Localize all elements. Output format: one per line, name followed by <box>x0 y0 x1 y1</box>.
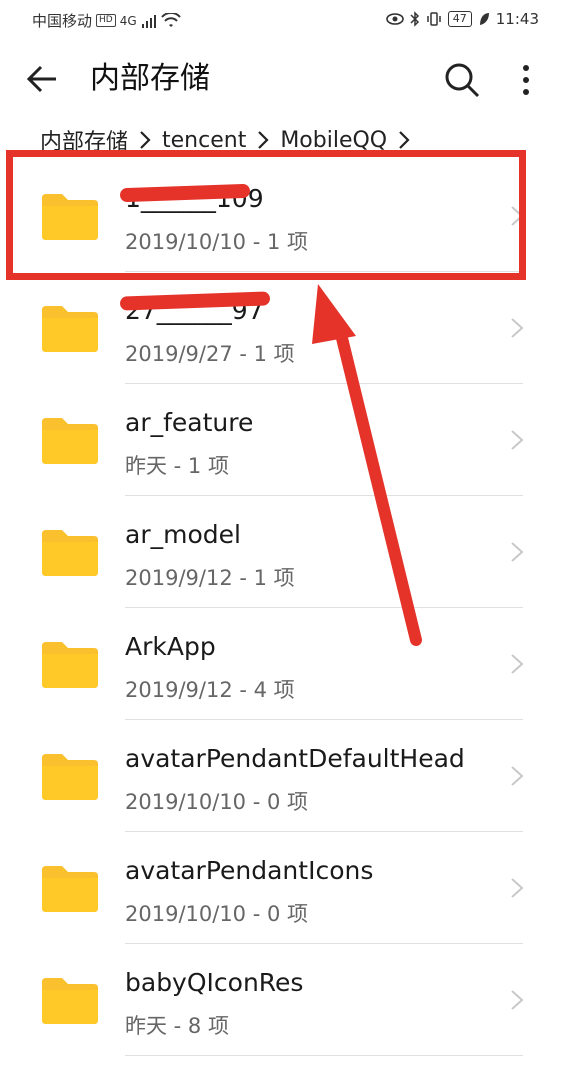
folder-list-item[interactable]: ar_model 2019/9/12 - 1 项 <box>0 496 561 608</box>
more-vertical-icon <box>523 65 529 95</box>
chevron-right-icon <box>511 766 524 786</box>
bluetooth-icon <box>410 11 419 27</box>
folder-meta: 2019/9/12 - 4 项 <box>125 678 295 702</box>
folder-name: avatarPendantDefaultHead <box>125 744 465 773</box>
back-button[interactable] <box>22 58 64 100</box>
folder-name: ar_model <box>125 520 241 549</box>
network-type: 4G <box>119 13 137 28</box>
app-bar: 内部存储 <box>0 44 561 114</box>
status-bar: 中国移动 HD 4G 47 11:43 <box>0 0 561 40</box>
folder-meta: 昨天 - 1 项 <box>125 454 229 478</box>
chevron-right-icon <box>511 542 524 562</box>
chevron-right-icon <box>130 128 160 152</box>
vibrate-icon <box>427 12 441 26</box>
folder-icon <box>42 978 98 1024</box>
divider <box>125 1055 523 1056</box>
folder-meta: 2019/10/10 - 0 项 <box>125 790 309 814</box>
search-button[interactable] <box>440 58 484 102</box>
wifi-icon <box>160 12 181 27</box>
folder-icon <box>42 418 98 464</box>
folder-list-item[interactable]: avatarPendantIcons 2019/10/10 - 0 项 <box>0 832 561 944</box>
folder-icon <box>42 866 98 912</box>
breadcrumb-item-tencent[interactable]: tencent <box>160 128 248 153</box>
folder-list-item[interactable]: avatarPendantDefaultHead 2019/10/10 - 0 … <box>0 720 561 832</box>
annotation-highlight-box <box>6 150 526 280</box>
chevron-right-icon <box>511 878 524 898</box>
leaf-icon <box>479 13 489 25</box>
hd-badge: HD <box>96 14 116 27</box>
signal-icon <box>141 14 156 28</box>
chevron-right-icon <box>511 430 524 450</box>
folder-list-item[interactable]: 27______97 2019/9/27 - 1 项 <box>0 272 561 384</box>
chevron-right-icon <box>511 318 524 338</box>
folder-name: ar_feature <box>125 408 254 437</box>
folder-meta: 2019/9/12 - 1 项 <box>125 566 295 590</box>
folder-list-item[interactable]: ArkApp 2019/9/12 - 4 项 <box>0 608 561 720</box>
arrow-left-icon <box>26 65 56 93</box>
folder-meta: 2019/10/10 - 0 项 <box>125 902 309 926</box>
folder-name: avatarPendantIcons <box>125 856 374 885</box>
folder-meta: 昨天 - 8 项 <box>125 1014 229 1038</box>
search-icon <box>445 63 480 98</box>
folder-list-item[interactable]: ar_feature 昨天 - 1 项 <box>0 384 561 496</box>
folder-name: ArkApp <box>125 632 216 661</box>
chevron-right-icon <box>511 990 524 1010</box>
folder-icon <box>42 642 98 688</box>
page-title: 内部存储 <box>90 61 210 96</box>
chevron-right-icon <box>511 654 524 674</box>
chevron-right-icon <box>248 128 278 152</box>
breadcrumb-item-mobileqq[interactable]: MobileQQ <box>278 128 389 153</box>
more-options-button[interactable] <box>510 58 542 102</box>
folder-icon <box>42 306 98 352</box>
chevron-right-icon <box>389 128 419 152</box>
folder-name: babyQIconRes <box>125 968 304 997</box>
folder-icon <box>42 530 98 576</box>
folder-meta: 2019/9/27 - 1 项 <box>125 342 295 366</box>
folder-list: 1______109 2019/10/10 - 1 项 27______97 2… <box>0 160 561 1056</box>
folder-list-item[interactable]: babyQIconRes 昨天 - 8 项 <box>0 944 561 1056</box>
clock: 11:43 <box>495 10 539 28</box>
battery-indicator: 47 <box>447 11 472 27</box>
folder-icon <box>42 754 98 800</box>
eye-icon <box>385 13 404 25</box>
carrier-label: 中国移动 <box>32 12 93 30</box>
